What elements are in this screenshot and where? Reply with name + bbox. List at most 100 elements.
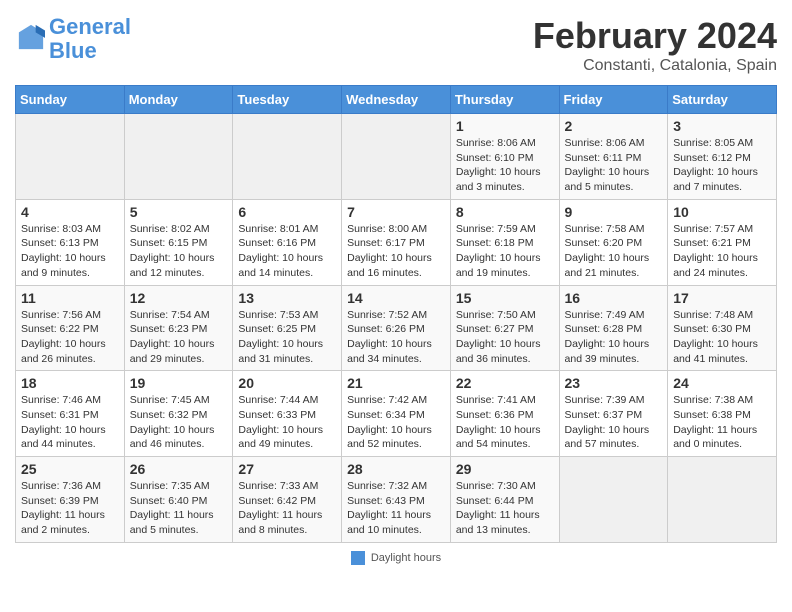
day-number: 3 <box>673 118 771 134</box>
logo-icon <box>17 23 45 51</box>
day-number: 9 <box>565 204 663 220</box>
day-info: Sunrise: 7:42 AM Sunset: 6:34 PM Dayligh… <box>347 393 445 452</box>
day-info: Sunrise: 8:06 AM Sunset: 6:11 PM Dayligh… <box>565 136 663 195</box>
day-number: 21 <box>347 375 445 391</box>
day-cell: 11 Sunrise: 7:56 AM Sunset: 6:22 PM Dayli… <box>16 285 125 371</box>
day-info: Sunrise: 7:33 AM Sunset: 6:42 PM Dayligh… <box>238 479 336 538</box>
day-cell: 22Sunrise: 7:41 AM Sunset: 6:36 PM Dayli… <box>450 371 559 457</box>
day-info: Sunrise: 7:30 AM Sunset: 6:44 PM Dayligh… <box>456 479 554 538</box>
day-info: Sunrise: 7:46 AM Sunset: 6:31 PM Dayligh… <box>21 393 119 452</box>
day-cell: 23Sunrise: 7:39 AM Sunset: 6:37 PM Dayli… <box>559 371 668 457</box>
day-cell: 3 Sunrise: 8:05 AM Sunset: 6:12 PM Daylig… <box>668 114 777 200</box>
day-cell: 13 Sunrise: 7:53 AM Sunset: 6:25 PM Dayli… <box>233 285 342 371</box>
day-info: Sunrise: 7:38 AM Sunset: 6:38 PM Dayligh… <box>673 393 771 452</box>
day-cell: 5 Sunrise: 8:02 AM Sunset: 6:15 PM Daylig… <box>124 199 233 285</box>
day-cell <box>16 114 125 200</box>
day-info: Sunrise: 7:48 AM Sunset: 6:30 PM Dayligh… <box>673 308 771 367</box>
day-number: 13 <box>238 290 336 306</box>
day-cell: 29 Sunrise: 7:30 AM Sunset: 6:44 PM Dayli… <box>450 457 559 543</box>
day-info: Sunrise: 7:52 AM Sunset: 6:26 PM Dayligh… <box>347 308 445 367</box>
day-number: 7 <box>347 204 445 220</box>
day-info: Sunrise: 7:54 AM Sunset: 6:23 PM Dayligh… <box>130 308 228 367</box>
day-number: 25 <box>21 461 119 477</box>
header-cell-friday: Friday <box>559 86 668 114</box>
day-info: Sunrise: 8:03 AM Sunset: 6:13 PM Dayligh… <box>21 222 119 281</box>
day-cell: 16Sunrise: 7:49 AM Sunset: 6:28 PM Dayli… <box>559 285 668 371</box>
logo: General Blue <box>15 15 131 63</box>
day-number: 19 <box>130 375 228 391</box>
day-number: 2 <box>565 118 663 134</box>
day-info: Sunrise: 8:06 AM Sunset: 6:10 PM Dayligh… <box>456 136 554 195</box>
calendar-table: SundayMondayTuesdayWednesdayThursdayFrid… <box>15 85 777 543</box>
day-cell: 20 Sunrise: 7:44 AM Sunset: 6:33 PM Dayli… <box>233 371 342 457</box>
day-number: 29 <box>456 461 554 477</box>
header-cell-tuesday: Tuesday <box>233 86 342 114</box>
header-cell-monday: Monday <box>124 86 233 114</box>
day-cell: 17Sunrise: 7:48 AM Sunset: 6:30 PM Dayli… <box>668 285 777 371</box>
legend-box <box>351 551 365 565</box>
day-info: Sunrise: 7:50 AM Sunset: 6:27 PM Dayligh… <box>456 308 554 367</box>
day-info: Sunrise: 7:53 AM Sunset: 6:25 PM Dayligh… <box>238 308 336 367</box>
day-number: 8 <box>456 204 554 220</box>
day-cell: 7 Sunrise: 8:00 AM Sunset: 6:17 PM Daylig… <box>342 199 451 285</box>
day-number: 11 <box>21 290 119 306</box>
day-number: 27 <box>238 461 336 477</box>
week-row-4: 18 Sunrise: 7:46 AM Sunset: 6:31 PM Dayli… <box>16 371 777 457</box>
day-cell <box>342 114 451 200</box>
day-info: Sunrise: 7:36 AM Sunset: 6:39 PM Dayligh… <box>21 479 119 538</box>
day-cell: 1 Sunrise: 8:06 AM Sunset: 6:10 PM Daylig… <box>450 114 559 200</box>
day-cell: 19 Sunrise: 7:45 AM Sunset: 6:32 PM Dayli… <box>124 371 233 457</box>
day-cell <box>233 114 342 200</box>
header-cell-saturday: Saturday <box>668 86 777 114</box>
day-info: Sunrise: 8:00 AM Sunset: 6:17 PM Dayligh… <box>347 222 445 281</box>
legend-label: Daylight hours <box>371 552 441 564</box>
day-number: 1 <box>456 118 554 134</box>
day-cell: 18 Sunrise: 7:46 AM Sunset: 6:31 PM Dayli… <box>16 371 125 457</box>
day-cell <box>124 114 233 200</box>
day-cell: 26 Sunrise: 7:35 AM Sunset: 6:40 PM Dayli… <box>124 457 233 543</box>
day-cell: 4Sunrise: 8:03 AM Sunset: 6:13 PM Daylig… <box>16 199 125 285</box>
day-cell: 6Sunrise: 8:01 AM Sunset: 6:16 PM Daylig… <box>233 199 342 285</box>
header-cell-thursday: Thursday <box>450 86 559 114</box>
week-row-3: 11 Sunrise: 7:56 AM Sunset: 6:22 PM Dayli… <box>16 285 777 371</box>
week-row-5: 25 Sunrise: 7:36 AM Sunset: 6:39 PM Dayli… <box>16 457 777 543</box>
week-row-1: 1 Sunrise: 8:06 AM Sunset: 6:10 PM Daylig… <box>16 114 777 200</box>
day-info: Sunrise: 7:59 AM Sunset: 6:18 PM Dayligh… <box>456 222 554 281</box>
day-cell: 15 Sunrise: 7:50 AM Sunset: 6:27 PM Dayli… <box>450 285 559 371</box>
day-cell <box>668 457 777 543</box>
day-cell: 9 Sunrise: 7:58 AM Sunset: 6:20 PM Daylig… <box>559 199 668 285</box>
day-number: 14 <box>347 290 445 306</box>
header-cell-sunday: Sunday <box>16 86 125 114</box>
day-cell: 10Sunrise: 7:57 AM Sunset: 6:21 PM Dayli… <box>668 199 777 285</box>
day-info: Sunrise: 7:58 AM Sunset: 6:20 PM Dayligh… <box>565 222 663 281</box>
logo-text: General Blue <box>49 15 131 63</box>
day-info: Sunrise: 7:41 AM Sunset: 6:36 PM Dayligh… <box>456 393 554 452</box>
day-info: Sunrise: 8:02 AM Sunset: 6:15 PM Dayligh… <box>130 222 228 281</box>
day-info: Sunrise: 7:45 AM Sunset: 6:32 PM Dayligh… <box>130 393 228 452</box>
day-number: 28 <box>347 461 445 477</box>
day-cell: 21 Sunrise: 7:42 AM Sunset: 6:34 PM Dayli… <box>342 371 451 457</box>
day-info: Sunrise: 7:35 AM Sunset: 6:40 PM Dayligh… <box>130 479 228 538</box>
day-info: Sunrise: 7:56 AM Sunset: 6:22 PM Dayligh… <box>21 308 119 367</box>
subtitle: Constanti, Catalonia, Spain <box>533 57 777 75</box>
day-number: 6 <box>238 204 336 220</box>
day-number: 15 <box>456 290 554 306</box>
day-cell: 2 Sunrise: 8:06 AM Sunset: 6:11 PM Daylig… <box>559 114 668 200</box>
day-number: 24 <box>673 375 771 391</box>
day-number: 26 <box>130 461 228 477</box>
day-number: 16 <box>565 290 663 306</box>
day-info: Sunrise: 7:32 AM Sunset: 6:43 PM Dayligh… <box>347 479 445 538</box>
day-number: 10 <box>673 204 771 220</box>
day-number: 12 <box>130 290 228 306</box>
day-number: 5 <box>130 204 228 220</box>
day-cell: 24 Sunrise: 7:38 AM Sunset: 6:38 PM Dayli… <box>668 371 777 457</box>
title-block: February 2024 Constanti, Catalonia, Spai… <box>533 15 777 75</box>
day-info: Sunrise: 7:44 AM Sunset: 6:33 PM Dayligh… <box>238 393 336 452</box>
day-number: 18 <box>21 375 119 391</box>
day-cell: 14 Sunrise: 7:52 AM Sunset: 6:26 PM Dayli… <box>342 285 451 371</box>
day-info: Sunrise: 8:05 AM Sunset: 6:12 PM Dayligh… <box>673 136 771 195</box>
day-cell: 27 Sunrise: 7:33 AM Sunset: 6:42 PM Dayli… <box>233 457 342 543</box>
day-cell: 25 Sunrise: 7:36 AM Sunset: 6:39 PM Dayli… <box>16 457 125 543</box>
day-number: 20 <box>238 375 336 391</box>
legend: Daylight hours <box>15 551 777 565</box>
